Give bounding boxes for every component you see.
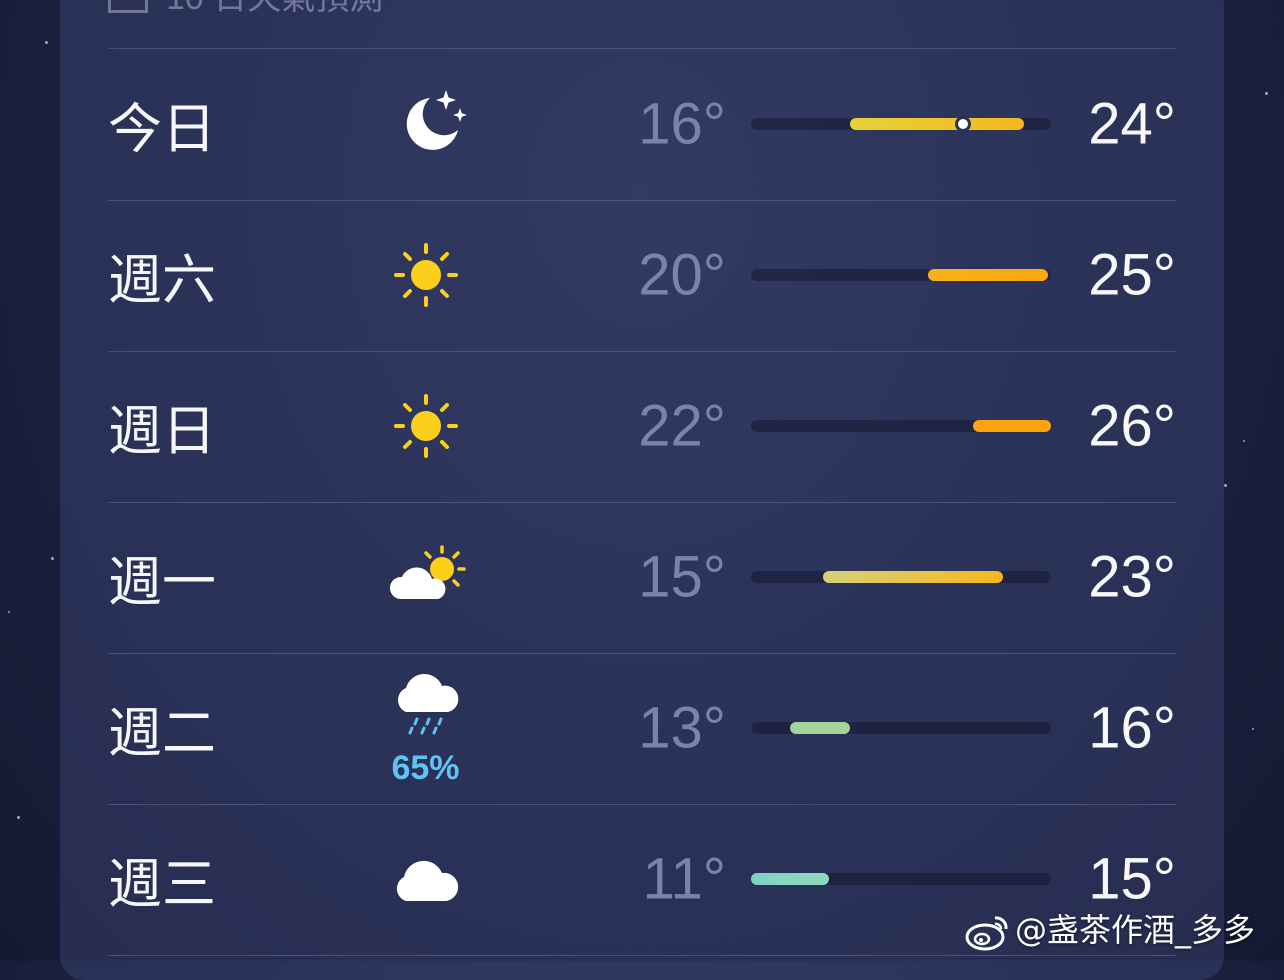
low-temperature: 11°	[642, 846, 726, 912]
high-temperature: 26°	[1088, 393, 1176, 459]
temperature-range-bar	[751, 269, 1051, 281]
high-temperature: 16°	[1088, 695, 1176, 761]
day-label: 週二	[108, 701, 216, 765]
sun-icon	[376, 376, 476, 476]
temperature-range-bar	[751, 420, 1051, 432]
weibo-logo-icon	[965, 912, 1011, 952]
temperature-range-fill	[790, 722, 850, 734]
high-temperature: 25°	[1088, 242, 1176, 308]
low-temperature: 22°	[638, 393, 726, 459]
high-temperature: 23°	[1088, 544, 1176, 610]
temperature-range-bar	[751, 571, 1051, 583]
forecast-row[interactable]: 週六 20° 25°	[108, 200, 1176, 350]
temperature-range-fill	[823, 571, 1003, 583]
forecast-header-label: 10 日天氣預測	[166, 0, 383, 17]
forecast-row[interactable]: 週一 15° 23°	[108, 502, 1176, 652]
forecast-row[interactable]: 週日 22° 26°	[108, 351, 1176, 501]
temperature-range-bar	[751, 116, 1051, 132]
high-temperature: 15°	[1088, 846, 1176, 912]
temperature-range-bar	[751, 873, 1051, 885]
forecast-row[interactable]: 週二 65% 13° 16°	[108, 653, 1176, 803]
cloud-icon	[376, 829, 476, 929]
high-temperature: 24°	[1088, 91, 1176, 157]
moon-stars-icon	[376, 74, 476, 174]
low-temperature: 20°	[638, 242, 726, 308]
day-label: 週六	[108, 248, 216, 312]
temperature-range-fill	[973, 420, 1051, 432]
precipitation-chance: 65%	[391, 749, 460, 787]
low-temperature: 16°	[638, 91, 726, 157]
day-label: 週日	[108, 399, 216, 463]
temperature-range-fill	[928, 269, 1048, 281]
calendar-icon	[108, 0, 148, 13]
watermark: @盏茶作酒_多多	[965, 905, 1255, 952]
day-label: 今日	[108, 97, 216, 161]
temperature-range-bar	[751, 722, 1051, 734]
forecast-row[interactable]: 今日 16° 24°	[108, 49, 1176, 199]
day-label: 週一	[108, 550, 216, 614]
sun-icon	[376, 225, 476, 325]
low-temperature: 13°	[638, 695, 726, 761]
low-temperature: 15°	[638, 544, 726, 610]
forecast-header: 10 日天氣預測	[108, 0, 383, 17]
temperature-range-fill	[751, 873, 829, 885]
current-temperature-dot	[954, 116, 971, 132]
temperature-range-fill	[850, 118, 1024, 130]
row-separator	[108, 955, 1176, 956]
day-label: 週三	[108, 852, 216, 916]
watermark-text: @盏茶作酒_多多	[1015, 911, 1256, 949]
partly-cloudy-icon	[376, 527, 476, 627]
